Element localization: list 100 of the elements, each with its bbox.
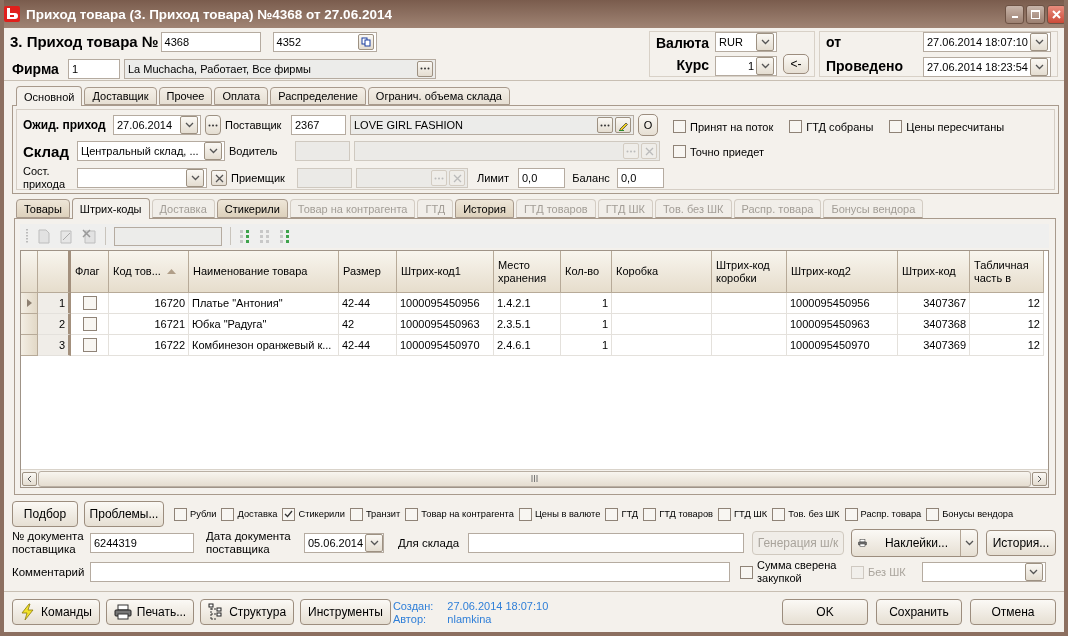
dropdown-field[interactable] <box>921 562 1046 582</box>
tab[interactable]: Основной <box>16 86 83 106</box>
stickers-split-button[interactable]: Наклейки... <box>851 529 978 557</box>
warehouse-dropdown[interactable]: Центральный склад, ... <box>77 141 225 161</box>
delete-document-icon[interactable] <box>81 228 97 244</box>
arrival-state-dropdown[interactable] <box>77 168 207 188</box>
toolbar-button[interactable]: Инструменты <box>300 599 391 625</box>
toolbar-button[interactable]: Печать... <box>105 599 195 625</box>
edit-button[interactable] <box>615 117 631 133</box>
scroll-right-button[interactable] <box>1032 471 1047 486</box>
receiver-code-field[interactable] <box>297 168 352 188</box>
checkbox[interactable] <box>82 338 97 352</box>
column-header[interactable]: Штрих-код1 <box>397 251 494 293</box>
column-header[interactable]: Размер <box>339 251 397 293</box>
column-header[interactable]: Табличная часть в <box>970 251 1044 293</box>
close-button[interactable] <box>1047 4 1064 24</box>
filter-field[interactable] <box>114 226 222 246</box>
column-header[interactable]: Коробка <box>612 251 712 293</box>
author-name: nlamkina <box>447 612 493 625</box>
checkbox[interactable] <box>844 507 858 521</box>
select-icon[interactable] <box>279 228 291 244</box>
checkbox[interactable] <box>82 296 97 310</box>
checkbox[interactable] <box>282 507 296 521</box>
checkbox[interactable] <box>740 565 753 579</box>
maximize-button[interactable] <box>1026 4 1045 24</box>
expected-date-dropdown[interactable]: 27.06.2014 <box>113 115 201 135</box>
tab[interactable]: Огранич. объема склада <box>367 87 510 105</box>
action-button[interactable]: Подбор <box>12 501 78 527</box>
scrollbar-thumb[interactable] <box>38 470 1031 487</box>
checkbox[interactable] <box>789 120 803 133</box>
checkbox[interactable] <box>518 507 532 521</box>
driver-code-field[interactable] <box>295 141 350 161</box>
number-field[interactable]: 4368 <box>160 31 261 52</box>
checkbox[interactable] <box>889 120 903 133</box>
number-field[interactable]: 4352 <box>272 31 377 52</box>
dialog-button[interactable]: Сохранить <box>876 599 962 625</box>
supplier-document-date-dropdown[interactable]: 05.06.2014 <box>304 533 384 553</box>
select-icon[interactable] <box>239 228 251 244</box>
checkbox[interactable] <box>643 507 657 521</box>
more-button[interactable] <box>597 117 613 133</box>
dialog-button[interactable]: OK <box>782 599 868 625</box>
checkbox[interactable] <box>605 507 619 521</box>
dialog-button[interactable]: Отмена <box>970 599 1056 625</box>
tab[interactable]: Прочее <box>158 87 213 105</box>
supplier-document-number-field[interactable]: 6244319 <box>90 533 194 553</box>
more-button[interactable] <box>417 60 433 77</box>
posted-date-dropdown[interactable]: 27.06.2014 18:23:54 <box>923 56 1051 77</box>
supplier-code-field[interactable]: 2367 <box>291 115 346 135</box>
firm-code-field[interactable]: 1 <box>68 58 120 79</box>
column-header[interactable]: Место хранения <box>494 251 561 293</box>
tab[interactable]: Стикерили <box>216 199 288 218</box>
toolbar-button[interactable]: Команды <box>12 599 100 625</box>
checkbox[interactable] <box>349 507 363 521</box>
action-button[interactable]: Проблемы... <box>84 501 164 527</box>
balance-field[interactable]: 0,0 <box>617 168 664 188</box>
scroll-left-button[interactable] <box>22 471 37 486</box>
tab[interactable]: Штрих-коды <box>71 198 150 219</box>
checkbox[interactable] <box>772 507 786 521</box>
column-header[interactable]: Наименование товара <box>189 251 339 293</box>
column-header[interactable]: Код тов... <box>109 251 189 293</box>
checkbox[interactable] <box>673 120 686 133</box>
checkbox[interactable] <box>673 145 686 158</box>
history-button[interactable]: История... <box>986 530 1056 556</box>
row-selector[interactable] <box>21 335 38 356</box>
row-selector[interactable] <box>21 293 38 314</box>
tab[interactable]: Распределение <box>270 87 366 105</box>
o-button[interactable]: O <box>638 114 658 136</box>
currency-label: Валюта <box>656 35 710 51</box>
tab[interactable]: Оплата <box>214 87 269 105</box>
row-selector[interactable] <box>21 314 38 335</box>
column-header[interactable]: Флаг <box>71 251 109 293</box>
column-header[interactable]: Штрих-код <box>898 251 970 293</box>
rate-dropdown[interactable]: 1 <box>715 56 778 76</box>
checkbox[interactable] <box>405 507 419 521</box>
apply-rate-button[interactable]: <- <box>783 54 810 74</box>
firm-name-field[interactable]: La Muchacha, Работает, Все фирмы <box>124 58 436 79</box>
column-header[interactable]: Штрих-код2 <box>787 251 898 293</box>
checkbox[interactable] <box>82 317 97 331</box>
minimize-button[interactable] <box>1005 4 1024 24</box>
edit-document-icon[interactable] <box>59 228 73 244</box>
tab[interactable]: Товары <box>16 199 70 218</box>
date-dropdown[interactable]: 27.06.2014 18:07:10 <box>923 31 1051 52</box>
supplier-name-field[interactable]: LOVE GIRL FASHION <box>350 115 634 135</box>
tab[interactable]: Доставщик <box>84 87 157 105</box>
comment-field[interactable] <box>90 562 730 582</box>
clear-button[interactable] <box>211 170 227 186</box>
checkbox[interactable] <box>718 507 732 521</box>
currency-dropdown[interactable]: RUR <box>715 32 778 52</box>
copy-button[interactable] <box>357 33 374 50</box>
limit-field[interactable]: 0,0 <box>518 168 565 188</box>
checkbox[interactable] <box>221 507 235 521</box>
checkbox[interactable] <box>174 507 187 521</box>
close-icon <box>1052 9 1061 19</box>
column-header[interactable]: Штрих-код коробки <box>712 251 787 293</box>
toolbar-button[interactable]: Структура <box>200 599 295 625</box>
tab[interactable]: История <box>455 199 514 218</box>
column-header[interactable]: Кол-во <box>561 251 612 293</box>
for-warehouse-field[interactable] <box>468 533 744 553</box>
checkbox[interactable] <box>926 507 940 521</box>
more-button[interactable] <box>205 115 221 135</box>
